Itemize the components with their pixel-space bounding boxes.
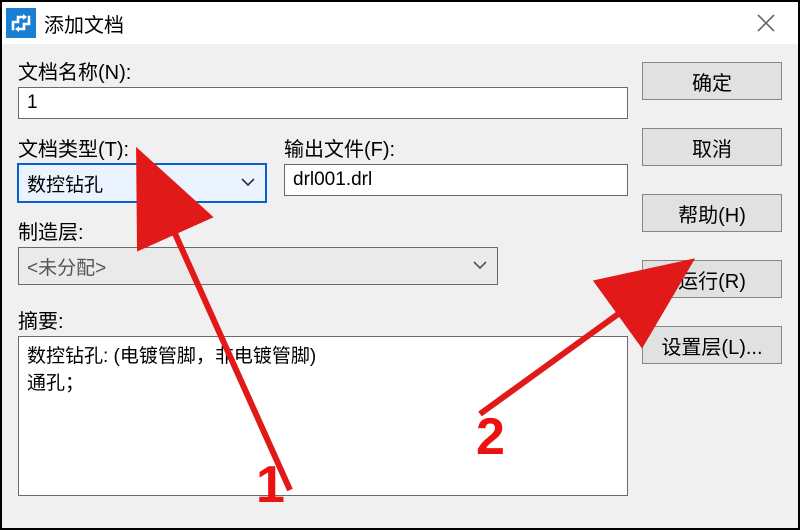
doc-type-select[interactable]: 数控钻孔 (18, 164, 266, 202)
type-and-output-row: 文档类型(T): 数控钻孔 输出文件(F): (18, 133, 628, 202)
app-icon (6, 8, 36, 38)
chevron-down-icon (467, 257, 493, 275)
doc-name-label: 文档名称(N): (18, 56, 628, 85)
doc-type-group: 文档类型(T): 数控钻孔 (18, 133, 266, 202)
dialog-content: 文档名称(N): 文档类型(T): 数控钻孔 输出文件(F): 制造层: (2, 44, 798, 528)
output-file-group: 输出文件(F): (284, 133, 628, 202)
summary-group: 摘要: 数控钻孔: (电镀管脚，非电镀管脚) 通孔； (18, 305, 628, 496)
doc-type-value: 数控钻孔 (27, 170, 103, 197)
titlebar: 添加文档 (2, 2, 798, 44)
fab-layer-select[interactable]: <未分配> (18, 247, 498, 285)
dialog-window: 添加文档 文档名称(N): 文档类型(T): 数控钻孔 (0, 0, 800, 530)
window-title: 添加文档 (44, 9, 124, 38)
summary-textarea[interactable]: 数控钻孔: (电镀管脚，非电镀管脚) 通孔； (18, 336, 628, 496)
doc-type-label: 文档类型(T): (18, 133, 266, 162)
set-layer-button[interactable]: 设置层(L)... (642, 326, 782, 364)
close-button[interactable] (746, 2, 786, 44)
cancel-button[interactable]: 取消 (642, 128, 782, 166)
chevron-down-icon (235, 174, 261, 192)
output-file-label: 输出文件(F): (284, 133, 628, 162)
fab-layer-value: <未分配> (27, 253, 106, 280)
fab-layer-group: 制造层: <未分配> (18, 216, 498, 285)
close-icon (756, 13, 776, 33)
run-button[interactable]: 运行(R) (642, 260, 782, 298)
fab-layer-label: 制造层: (18, 216, 498, 245)
help-button[interactable]: 帮助(H) (642, 194, 782, 232)
output-file-input[interactable] (284, 164, 628, 196)
summary-label: 摘要: (18, 305, 628, 334)
ok-button[interactable]: 确定 (642, 62, 782, 100)
doc-name-group: 文档名称(N): (18, 56, 628, 119)
doc-name-input[interactable] (18, 87, 628, 119)
button-column: 确定 取消 帮助(H) 运行(R) 设置层(L)... (642, 62, 782, 364)
